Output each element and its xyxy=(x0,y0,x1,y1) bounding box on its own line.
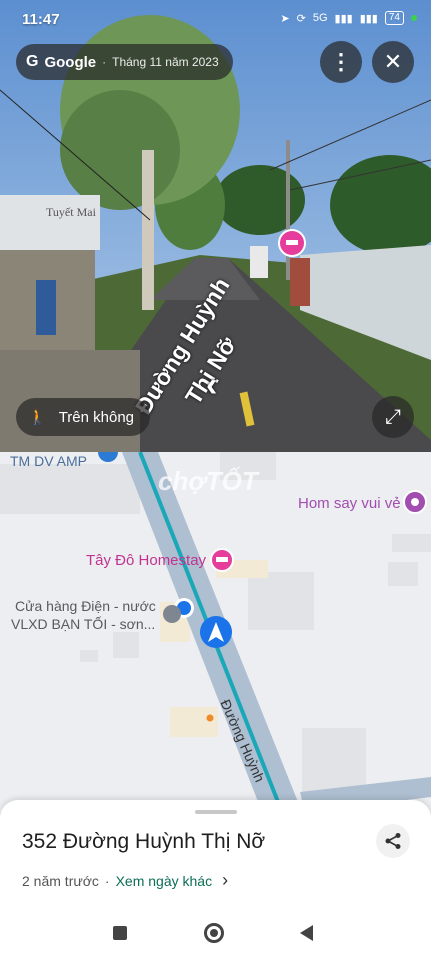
location-icon: ➤ xyxy=(280,12,290,25)
google-date-pill[interactable]: G Google · Tháng 11 năm 2023 xyxy=(16,44,233,80)
map-label-tm-dv[interactable]: TM DV AMP xyxy=(10,453,87,469)
home-button[interactable] xyxy=(204,923,224,943)
signal-icon: ▮▮▮ xyxy=(334,12,353,25)
back-button[interactable] xyxy=(300,925,313,941)
share-button[interactable] xyxy=(376,824,410,858)
map-label-store-line1[interactable]: Cửa hàng Điện - nước xyxy=(15,598,156,614)
drag-handle[interactable] xyxy=(195,810,237,814)
more-vert-icon: ⋮ xyxy=(330,49,352,74)
separator: · xyxy=(102,55,107,69)
shop-sign: Tuyết Mai xyxy=(46,205,96,219)
network-type: 5G xyxy=(312,12,328,24)
more-options-button[interactable]: ⋮ xyxy=(320,41,362,83)
capture-date: Tháng 11 năm 2023 xyxy=(112,55,219,69)
watermark: chợTỐT xyxy=(158,466,258,496)
sync-icon: ⟳ xyxy=(296,12,306,25)
map-label-tay-do-homestay[interactable]: Tây Đô Homestay xyxy=(86,552,206,569)
person-icon: 🚶 xyxy=(28,409,47,426)
place-sheet[interactable]: 352 Đường Huỳnh Thị Nỡ 2 năm trước · Xem… xyxy=(0,800,431,960)
map-view[interactable]: TM DV AMP chợTỐT Hom say vui vẻ Tây Đô H… xyxy=(0,452,431,812)
capture-info: 2 năm trước · Xem ngày khác › xyxy=(22,870,228,891)
map-label-store-line2[interactable]: VLXD BẠN TỐI - sơn... xyxy=(11,616,155,632)
chevron-right-icon[interactable]: › xyxy=(222,870,228,891)
recents-button[interactable] xyxy=(113,926,127,940)
expand-button[interactable]: ⤢ xyxy=(372,396,414,438)
status-bar: 11:47 ➤ ⟳ 5G ▮▮▮ ▮▮▮ 74 xyxy=(0,0,431,38)
google-g-icon: G xyxy=(26,53,39,70)
time-ago: 2 năm trước xyxy=(22,872,99,889)
address-title: 352 Đường Huỳnh Thị Nỡ xyxy=(22,830,266,853)
share-icon xyxy=(385,833,401,849)
close-icon: ✕ xyxy=(383,49,403,74)
expand-icon: ⤢ xyxy=(385,405,401,428)
aerial-label: Trên không xyxy=(58,408,135,426)
street-view-image[interactable]: Đường Huỳnh Thị Nỡ ‹ Tuyết Mai 11:47 ➤ ⟳… xyxy=(0,0,431,452)
dot-separator: · xyxy=(104,872,110,889)
privacy-indicator-icon xyxy=(411,15,417,21)
back-arrow-icon[interactable]: ‹ xyxy=(206,366,217,405)
brand-name: Google xyxy=(44,53,97,71)
aerial-view-button[interactable]: 🚶 Trên không xyxy=(16,398,151,436)
map-label-hom-say[interactable]: Hom say vui vẻ xyxy=(298,495,401,512)
signal-icon-2: ▮▮▮ xyxy=(359,12,378,25)
system-nav-bar xyxy=(0,912,431,960)
battery-icon: 74 xyxy=(384,11,404,25)
clock: 11:47 xyxy=(22,11,60,28)
close-button[interactable]: ✕ xyxy=(372,41,414,83)
see-other-dates-link[interactable]: Xem ngày khác xyxy=(116,873,213,889)
